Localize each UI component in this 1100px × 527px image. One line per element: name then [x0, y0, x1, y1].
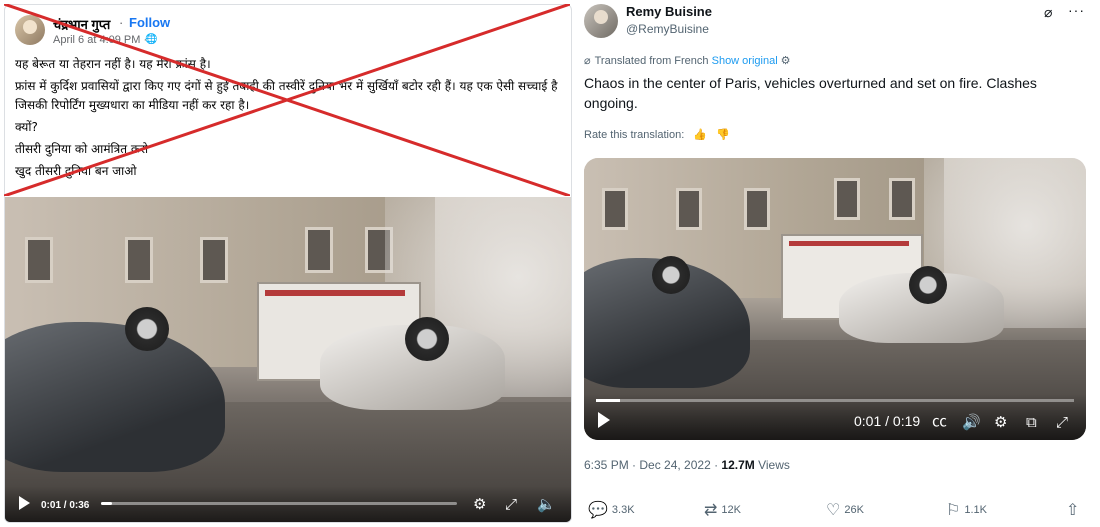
globe-icon: 🌐: [145, 34, 158, 45]
share-icon: ⇧: [1066, 502, 1080, 519]
tweet-timestamp[interactable]: 6:35 PM · Dec 24, 2022 ·: [584, 458, 721, 472]
translation-settings-icon[interactable]: ⚙: [781, 55, 791, 67]
post-timestamp[interactable]: April 6 at 4:09 PM ·: [53, 34, 147, 46]
settings-icon[interactable]: ⚙: [994, 413, 1007, 431]
views-label: Views: [754, 458, 790, 472]
reply-icon: 💬: [588, 502, 608, 519]
repost-button[interactable]: ⇄ 12K: [704, 500, 741, 520]
separator-dot: ·: [119, 15, 124, 30]
repost-icon: ⇄: [704, 502, 718, 519]
rate-translation-label: Rate this translation:: [584, 129, 685, 141]
tweet-actions: 💬 3.3K ⇄ 12K ♡ 26K ⚐ 1.1K ⇧: [584, 500, 1090, 522]
video-controls: 0:01 / 0:19 ㏄ 🔊 ⚙ ⧉ ⤢: [584, 394, 1086, 440]
like-count: 26K: [844, 504, 864, 516]
repost-count: 12K: [721, 504, 741, 516]
facebook-post: चंद्रभान गुप्त · Follow April 6 at 4:09 …: [4, 4, 572, 523]
user-handle[interactable]: @RemyBuisine: [626, 22, 709, 36]
video-timecode: 0:01 / 0:36: [41, 500, 90, 511]
gear-icon[interactable]: ⚙: [473, 495, 486, 513]
video-controls: 0:01 / 0:36 ⚙ ⤢ 🔈: [5, 486, 571, 522]
author-name[interactable]: चंद्रभान गुप्त: [53, 15, 110, 33]
translation-notice: ⌀ Translated from French Show original ⚙: [584, 54, 791, 67]
avatar[interactable]: [584, 4, 618, 38]
bookmark-button[interactable]: ⚐ 1.1K: [946, 500, 987, 520]
post-text-line: क्यों?: [15, 120, 38, 134]
post-text-line: फ्रांस में कुर्दिश प्रवासियों द्वारा किए…: [15, 79, 558, 112]
video-timecode: 0:01 / 0:19: [854, 413, 921, 429]
video-player[interactable]: 0:01 / 0:19 ㏄ 🔊 ⚙ ⧉ ⤢: [584, 158, 1086, 440]
video-frame-wheel: [652, 256, 690, 294]
video-progress-bar[interactable]: [596, 399, 1074, 402]
like-button[interactable]: ♡ 26K: [826, 500, 864, 520]
bookmark-icon: ⚐: [946, 502, 961, 519]
bookmark-count: 1.1K: [964, 504, 987, 516]
grok-icon[interactable]: ⌀: [1044, 4, 1052, 21]
rate-translation: Rate this translation: 👍 👎: [584, 128, 730, 141]
volume-icon[interactable]: 🔈: [537, 495, 556, 513]
fullscreen-icon[interactable]: ⤢: [1056, 414, 1068, 431]
heart-icon: ♡: [826, 502, 841, 519]
video-progress-fill: [596, 399, 620, 402]
video-frame-wheel: [909, 266, 947, 304]
tweet-metadata: 6:35 PM · Dec 24, 2022 · 12.7M Views: [584, 458, 790, 472]
show-original-link[interactable]: Show original: [712, 55, 778, 67]
video-player[interactable]: 0:01 / 0:36 ⚙ ⤢ 🔈: [5, 197, 571, 522]
video-progress-fill: [101, 502, 112, 505]
follow-button[interactable]: Follow: [129, 15, 170, 30]
post-text-line: यह बेरूत या तेहरान नहीं है। यह मेरा फ्रा…: [15, 57, 211, 71]
share-button[interactable]: ⇧: [1066, 500, 1083, 520]
more-icon[interactable]: ···: [1068, 2, 1085, 18]
play-icon[interactable]: [19, 496, 30, 510]
reply-button[interactable]: 💬 3.3K: [588, 500, 635, 520]
pip-icon[interactable]: ⧉: [1026, 414, 1037, 431]
translated-from-label: Translated from French: [594, 55, 709, 67]
translate-icon: ⌀: [584, 55, 591, 67]
video-frame-wheel: [405, 317, 449, 361]
reply-count: 3.3K: [611, 504, 635, 516]
captions-icon[interactable]: ㏄: [932, 410, 947, 431]
tweet-text: Chaos in the center of Paris, vehicles o…: [584, 75, 1037, 111]
play-icon[interactable]: [598, 412, 610, 428]
post-text: यह बेरूत या तेहरान नहीं है। यह मेरा फ्रा…: [15, 55, 565, 184]
views-count: 12.7M: [721, 458, 755, 472]
post-text-line: खुद तीसरी दुनिया बन जाओ: [15, 164, 137, 178]
video-frame-wheel: [125, 307, 169, 351]
display-name[interactable]: Remy Buisine: [626, 4, 712, 19]
thumbs-up-icon[interactable]: 👍: [693, 129, 707, 141]
thumbs-down-icon[interactable]: 👎: [716, 129, 730, 141]
volume-icon[interactable]: 🔊: [962, 413, 981, 431]
fullscreen-icon[interactable]: ⤢: [505, 496, 517, 513]
video-progress-bar[interactable]: [101, 502, 457, 505]
avatar[interactable]: [15, 15, 45, 45]
post-text-line: तीसरी दुनिया को आमंत्रित करो: [15, 142, 149, 156]
